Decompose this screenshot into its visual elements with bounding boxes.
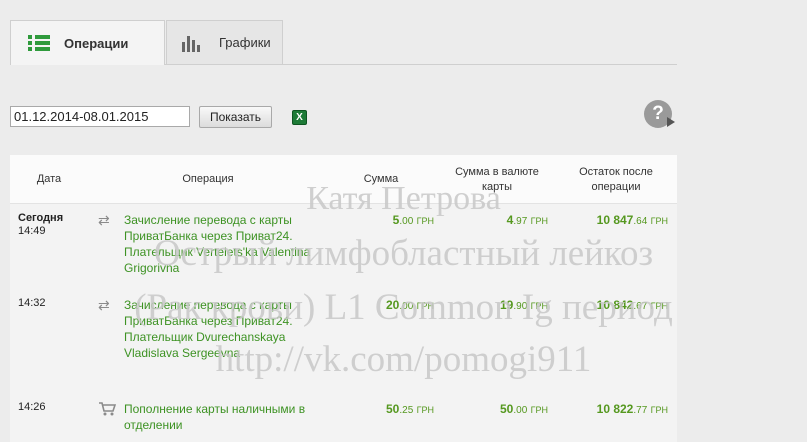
row-time: 14:32 bbox=[18, 297, 46, 309]
operations-table: Дата Операция Сумма Сумма в валюте карты… bbox=[10, 155, 677, 442]
row-balance: 10 842.67 ГРН bbox=[596, 298, 668, 312]
col-balance-header: Остаток после операции bbox=[579, 166, 653, 193]
tab-charts-label: Графики bbox=[219, 35, 271, 50]
row-sum: 50.25 ГРН bbox=[386, 402, 434, 416]
row-date: Сегодня 14:49 bbox=[18, 212, 63, 238]
row-date: 14:32 bbox=[18, 297, 46, 310]
show-button[interactable]: Показать bbox=[199, 106, 272, 128]
transfer-icon: ⇄ bbox=[98, 297, 110, 313]
excel-export-icon[interactable]: X bbox=[292, 110, 307, 125]
col-date-header: Дата bbox=[36, 173, 62, 185]
operation-link[interactable]: Зачисление перевода с карты ПриватБанка … bbox=[124, 297, 329, 361]
row-sum-currency: 4.97 ГРН bbox=[506, 213, 548, 227]
row-balance: 10 822.77 ГРН bbox=[596, 402, 668, 416]
row-sum-currency: 19.90 ГРН bbox=[500, 298, 548, 312]
row-sum: 5.00 ГРН bbox=[392, 213, 434, 227]
transfer-icon: ⇄ bbox=[98, 212, 110, 228]
row-sum-currency: 50.00 ГРН bbox=[500, 402, 548, 416]
table-header: Дата Операция Сумма Сумма в валюте карты… bbox=[10, 155, 677, 204]
tab-operations[interactable]: Операции bbox=[10, 20, 165, 65]
col-sum-header: Сумма bbox=[363, 173, 399, 185]
tab-bar: Операции Графики bbox=[10, 20, 677, 65]
cart-icon bbox=[98, 402, 117, 416]
help-icon[interactable]: ? bbox=[644, 100, 675, 128]
list-icon bbox=[28, 35, 50, 51]
row-time: 14:49 bbox=[18, 225, 46, 237]
col-sum-currency-header: Сумма в валюте карты bbox=[455, 166, 539, 193]
operation-link[interactable]: Пополнение карты наличными в отделении bbox=[124, 401, 329, 433]
row-sum: 20.00 ГРН bbox=[386, 298, 434, 312]
row-time: 14:26 bbox=[18, 401, 46, 413]
row-balance: 10 847.64 ГРН bbox=[596, 213, 668, 227]
row-day: Сегодня bbox=[18, 212, 64, 224]
date-range-input[interactable] bbox=[10, 106, 190, 127]
col-operation-header: Операция bbox=[182, 173, 234, 185]
tab-operations-label: Операции bbox=[64, 35, 129, 51]
tab-charts[interactable]: Графики bbox=[166, 20, 283, 64]
bar-chart-icon bbox=[182, 34, 204, 52]
row-date: 14:26 bbox=[18, 401, 46, 414]
operation-link[interactable]: Зачисление перевода с карты ПриватБанка … bbox=[124, 212, 329, 276]
